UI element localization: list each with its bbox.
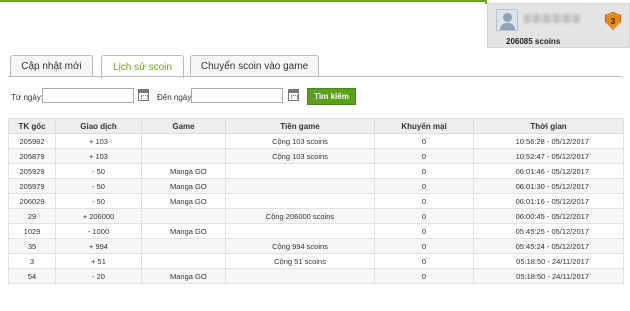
transaction-cell: + 103	[55, 148, 142, 164]
tabs-divider	[8, 76, 622, 77]
game-money-cell: Cộng 994 scoins	[225, 238, 375, 254]
promotion-cell: 0	[374, 223, 474, 239]
time-cell: 06:00:45 - 05/12/2017	[473, 208, 624, 224]
table-row: 206029 - 50 Manga GO 0 06:01:16 - 05/12/…	[8, 193, 624, 209]
from-date-label: Từ ngày:	[11, 93, 44, 102]
game-money-cell	[225, 193, 375, 209]
tab-scoin-history[interactable]: Lịch sử scoin	[101, 55, 184, 78]
transaction-cell: - 20	[55, 268, 142, 284]
promotion-cell: 0	[374, 238, 474, 254]
game-money-cell: Cộng 51 scoins	[225, 253, 375, 269]
account-cell: 205879	[8, 148, 56, 164]
promotion-cell: 0	[374, 193, 474, 209]
from-date-input[interactable]	[42, 88, 134, 103]
table-row: 35 + 994 Cộng 994 scoins 0 05:45:24 - 05…	[8, 238, 624, 254]
column-header: Game	[141, 118, 226, 134]
transaction-cell: + 994	[55, 238, 142, 254]
game-cell	[141, 133, 226, 149]
table-row: 54 - 20 Manga GO 0 05:18:50 - 24/11/2017	[8, 268, 624, 284]
promotion-cell: 0	[374, 133, 474, 149]
game-cell	[141, 148, 226, 164]
tab-transfer-scoin[interactable]: Chuyển scoin vào game	[190, 55, 319, 77]
promotion-cell: 0	[374, 208, 474, 224]
game-cell	[141, 208, 226, 224]
promotion-cell: 0	[374, 178, 474, 194]
table-row: 205879 + 103 Cộng 103 scoins 0 10:52:47 …	[8, 148, 624, 164]
tab-updates-label: Cập nhật mới	[21, 61, 82, 72]
account-cell: 3	[8, 253, 56, 269]
game-money-cell	[225, 268, 375, 284]
table-row: 205979 - 50 Manga GO 0 06:01:30 - 05/12/…	[8, 178, 624, 194]
shield-badge-icon[interactable]: 3	[605, 12, 621, 30]
account-cell: 205982	[8, 133, 56, 149]
search-button[interactable]: Tìm kiếm	[307, 88, 356, 105]
time-cell: 05:18:50 - 24/11/2017	[473, 253, 624, 269]
game-cell: Manga GO	[141, 193, 226, 209]
rank-number: 3	[610, 16, 616, 26]
game-money-cell	[225, 223, 375, 239]
time-cell: 05:45:25 - 05/12/2017	[473, 223, 624, 239]
time-cell: 10:52:47 - 05/12/2017	[473, 148, 624, 164]
game-money-cell: Cộng 103 scoins	[225, 148, 375, 164]
time-cell: 05:18:50 - 24/11/2017	[473, 268, 624, 284]
promotion-cell: 0	[374, 148, 474, 164]
tab-transfer-scoin-label: Chuyển scoin vào game	[200, 61, 309, 72]
calendar-icon[interactable]	[138, 89, 149, 101]
user-panel: 3 206085 scoins	[487, 3, 630, 48]
column-header: Thời gian	[473, 118, 624, 134]
transaction-cell: - 1000	[55, 223, 142, 239]
to-date-input[interactable]	[191, 88, 283, 103]
time-cell: 06:01:16 - 05/12/2017	[473, 193, 624, 209]
account-cell: 1029	[8, 223, 56, 239]
game-money-cell: Cộng 206000 scoins	[225, 208, 375, 224]
account-cell: 205929	[8, 163, 56, 179]
account-cell: 35	[8, 238, 56, 254]
table-row: 205929 - 50 Manga GO 0 06:01:46 - 05/12/…	[8, 163, 624, 179]
table-row: 3 + 51 Cộng 51 scoins 0 05:18:50 - 24/11…	[8, 253, 624, 269]
game-money-cell: Cộng 103 scoins	[225, 133, 375, 149]
scoin-history-table: TK gốc Giao dịch Game Tiền game Khuyến m…	[8, 118, 624, 284]
account-cell: 29	[8, 208, 56, 224]
table-header-row: TK gốc Giao dịch Game Tiền game Khuyến m…	[8, 118, 624, 134]
transaction-cell: + 51	[55, 253, 142, 269]
game-cell	[141, 238, 226, 254]
column-header: Tiền game	[225, 118, 375, 134]
transaction-cell: - 50	[55, 178, 142, 194]
tab-scoin-history-label: Lịch sử scoin	[113, 61, 172, 73]
table-row: 29 + 206000 Cộng 206000 scoins 0 06:00:4…	[8, 208, 624, 224]
time-cell: 06:01:46 - 05/12/2017	[473, 163, 624, 179]
calendar-icon[interactable]	[288, 89, 299, 101]
game-cell: Manga GO	[141, 268, 226, 284]
promotion-cell: 0	[374, 163, 474, 179]
avatar-icon[interactable]	[496, 9, 518, 31]
account-cell: 54	[8, 268, 56, 284]
transaction-cell: - 50	[55, 163, 142, 179]
column-header: Giao dịch	[55, 118, 142, 134]
game-cell: Manga GO	[141, 223, 226, 239]
column-header: Khuyến mại	[374, 118, 474, 134]
transaction-cell: + 103	[55, 133, 142, 149]
scoin-balance: 206085 scoins	[506, 37, 561, 46]
game-cell: Manga GO	[141, 178, 226, 194]
transaction-cell: + 206000	[55, 208, 142, 224]
time-cell: 06:01:30 - 05/12/2017	[473, 178, 624, 194]
column-header: TK gốc	[8, 118, 56, 134]
username-redacted	[524, 14, 580, 23]
account-cell: 206029	[8, 193, 56, 209]
game-money-cell	[225, 163, 375, 179]
tab-updates[interactable]: Cập nhật mới	[10, 55, 93, 77]
promotion-cell: 0	[374, 253, 474, 269]
table-row: 205982 + 103 Cộng 103 scoins 0 10:56:28 …	[8, 133, 624, 149]
to-date-label: Đến ngày:	[157, 93, 194, 102]
table-row: 1029 - 1000 Manga GO 0 05:45:25 - 05/12/…	[8, 223, 624, 239]
game-cell: Manga GO	[141, 163, 226, 179]
account-cell: 205979	[8, 178, 56, 194]
header-divider	[0, 0, 487, 4]
transaction-cell: - 50	[55, 193, 142, 209]
time-cell: 05:45:24 - 05/12/2017	[473, 238, 624, 254]
game-money-cell	[225, 178, 375, 194]
time-cell: 10:56:28 - 05/12/2017	[473, 133, 624, 149]
game-cell	[141, 253, 226, 269]
promotion-cell: 0	[374, 268, 474, 284]
